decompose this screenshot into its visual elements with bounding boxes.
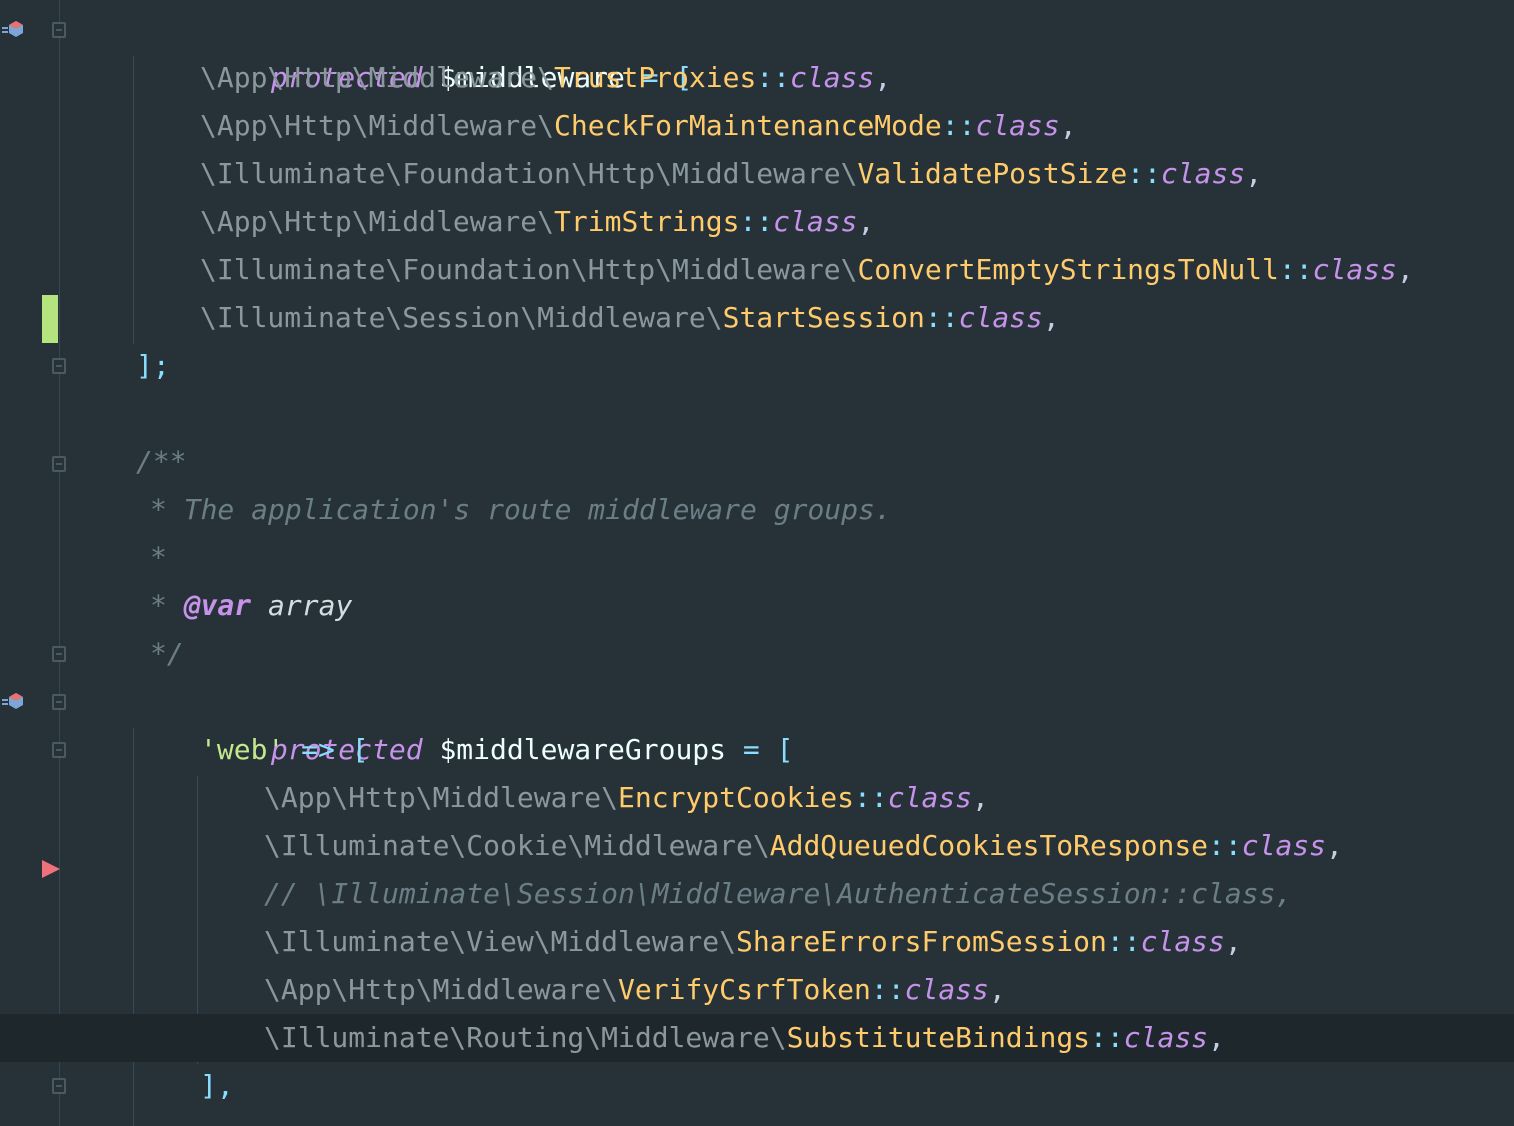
bracket-token: [ <box>351 733 369 766</box>
scope-operator-token: :: <box>756 61 791 94</box>
class-keyword-token: class <box>1140 925 1225 958</box>
code-line[interactable]: \Illuminate\Foundation\Http\Middleware\C… <box>0 246 1514 294</box>
code-line[interactable]: \App\Http\Middleware\CheckForMaintenance… <box>0 102 1514 150</box>
class-name-token: ConvertEmptyStringsToNull <box>857 253 1279 286</box>
comma-token: , <box>1042 301 1060 334</box>
empty-code-line[interactable] <box>0 390 1514 438</box>
namespace-token: \Illuminate\View\Middleware\ <box>264 925 737 958</box>
class-keyword-token: class <box>1123 1021 1209 1054</box>
code-line[interactable]: ]; <box>0 342 1514 390</box>
class-keyword-token: class <box>958 301 1043 334</box>
scope-operator-token: :: <box>870 973 905 1006</box>
class-name-token: TrimStrings <box>554 205 740 238</box>
class-name-token: AddQueuedCookiesToResponse <box>769 829 1209 862</box>
namespace-token: \Illuminate\Cookie\Middleware\ <box>264 829 770 862</box>
comma-token: , <box>1245 157 1263 190</box>
doc-comment-token: * <box>150 541 167 574</box>
scope-operator-token: :: <box>739 205 774 238</box>
code-line[interactable]: * @var array <box>0 582 1514 630</box>
class-keyword-token: class <box>1160 157 1246 190</box>
class-name-token: ShareErrorsFromSession <box>736 925 1107 958</box>
comma-token: , <box>988 973 1006 1006</box>
code-line[interactable]: \Illuminate\Foundation\Http\Middleware\V… <box>0 150 1514 198</box>
scope-operator-token: :: <box>1208 829 1242 862</box>
class-name-token: StartSession <box>722 301 925 334</box>
scope-operator-token: :: <box>924 301 959 334</box>
namespace-token: \Illuminate\Routing\Middleware\ <box>264 1021 787 1054</box>
comma-token: , <box>874 61 892 94</box>
code-line[interactable]: \App\Http\Middleware\TrimStrings::class, <box>0 198 1514 246</box>
code-line[interactable]: \Illuminate\Cookie\Middleware\AddQueuedC… <box>0 822 1514 870</box>
namespace-token: \App\Http\Middleware\ <box>200 61 555 94</box>
scope-operator-token: :: <box>1106 925 1141 958</box>
code-editor[interactable]: protected $middleware = [ \App\Http\Midd… <box>0 0 1514 1126</box>
comma-token: , <box>972 781 989 814</box>
code-area[interactable]: protected $middleware = [ \App\Http\Midd… <box>0 6 1514 1110</box>
code-line[interactable]: \Illuminate\View\Middleware\ShareErrorsF… <box>0 918 1514 966</box>
namespace-token: \App\Http\Middleware\ <box>264 973 619 1006</box>
namespace-token: \App\Http\Middleware\ <box>200 205 555 238</box>
class-name-token: VerifyCsrfToken <box>618 973 871 1006</box>
class-name-token: EncryptCookies <box>618 781 855 814</box>
code-line[interactable]: */ <box>0 630 1514 678</box>
code-line[interactable]: // \Illuminate\Session\Middleware\Authen… <box>0 870 1514 918</box>
doc-comment-token: */ <box>150 637 184 670</box>
class-keyword-token: class <box>887 781 973 814</box>
comma-token: , <box>1059 109 1077 142</box>
class-keyword-token: class <box>904 973 989 1006</box>
current-code-line[interactable]: \Illuminate\Routing\Middleware\Substitut… <box>0 1014 1514 1062</box>
class-name-token: CheckForMaintenanceMode <box>554 109 942 142</box>
class-keyword-token: class <box>975 109 1060 142</box>
comma-token: , <box>1224 925 1242 958</box>
code-line[interactable]: ], <box>0 1062 1514 1110</box>
class-name-token: SubstituteBindings <box>786 1021 1091 1054</box>
namespace-token: \Illuminate\Session\Middleware\ <box>200 301 723 334</box>
doc-comment-token: /** <box>136 445 187 478</box>
class-keyword-token: class <box>1241 829 1327 862</box>
line-comment-token: // \Illuminate\Session\Middleware\Authen… <box>264 877 1293 910</box>
class-name-token: TrustProxies <box>554 61 757 94</box>
scope-operator-token: :: <box>1127 157 1161 190</box>
code-line[interactable]: protected $middlewareGroups = [ <box>0 678 1514 766</box>
doc-comment-star: * <box>150 589 184 622</box>
comma-token: , <box>857 205 875 238</box>
namespace-token: \Illuminate\Foundation\Http\Middleware\ <box>200 253 858 286</box>
code-line[interactable]: \App\Http\Middleware\VerifyCsrfToken::cl… <box>0 966 1514 1014</box>
scope-operator-token: :: <box>1090 1021 1124 1054</box>
code-line[interactable]: \Illuminate\Session\Middleware\StartSess… <box>0 294 1514 342</box>
code-line[interactable]: \App\Http\Middleware\EncryptCookies::cla… <box>0 774 1514 822</box>
scope-operator-token: :: <box>1278 253 1313 286</box>
code-line[interactable]: * The application's route middleware gro… <box>0 486 1514 534</box>
comma-token: , <box>1208 1021 1225 1054</box>
code-line[interactable]: /** <box>0 438 1514 486</box>
string-token: 'web' <box>200 733 285 766</box>
doc-comment-token: * The application's route middleware gro… <box>150 493 892 526</box>
comma-token: , <box>1396 253 1414 286</box>
closing-bracket-token: ], <box>200 1069 234 1102</box>
code-line[interactable]: 'web' => [ <box>0 726 1514 774</box>
code-line[interactable]: protected $middleware = [ <box>0 6 1514 94</box>
doc-type-token: array <box>251 589 353 622</box>
class-keyword-token: class <box>1312 253 1397 286</box>
namespace-token: \App\Http\Middleware\ <box>200 109 555 142</box>
code-line[interactable]: * <box>0 534 1514 582</box>
scope-operator-token: :: <box>941 109 976 142</box>
arrow-operator-token: => <box>284 733 352 766</box>
class-keyword-token: class <box>790 61 875 94</box>
scope-operator-token: :: <box>854 781 888 814</box>
closing-bracket-token: ]; <box>136 349 170 382</box>
class-keyword-token: class <box>773 205 858 238</box>
namespace-token: \App\Http\Middleware\ <box>264 781 619 814</box>
doc-tag-token: @var <box>183 589 252 622</box>
code-line[interactable]: \App\Http\Middleware\TrustProxies::class… <box>0 54 1514 102</box>
comma-token: , <box>1326 829 1343 862</box>
class-name-token: ValidatePostSize <box>857 157 1128 190</box>
namespace-token: \Illuminate\Foundation\Http\Middleware\ <box>200 157 858 190</box>
